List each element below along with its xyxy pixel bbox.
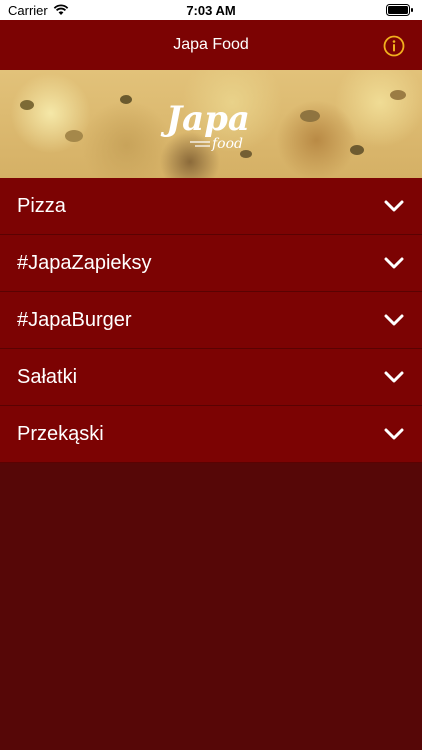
header-banner-image: Japa food [0, 70, 422, 178]
category-label: Pizza [17, 195, 66, 217]
category-item-salatki[interactable]: Sałatki [0, 349, 422, 406]
category-label: Przekąski [17, 423, 104, 445]
category-item-japaburger[interactable]: #JapaBurger [0, 292, 422, 349]
category-list: Pizza #JapaZapieksy #JapaBurger Sałatki … [0, 178, 422, 463]
nav-title: Japa Food [173, 36, 249, 53]
battery-icon [386, 4, 414, 19]
category-label: Sałatki [17, 366, 78, 388]
chevron-down-icon [384, 256, 404, 270]
status-time: 7:03 AM [186, 3, 236, 18]
banner-speck [350, 145, 364, 155]
banner-speck [390, 90, 406, 100]
chevron-down-icon [384, 199, 404, 213]
category-item-japazapieksy[interactable]: #JapaZapieksy [0, 235, 422, 292]
japa-food-logo: Japa food [160, 90, 270, 160]
category-label: #JapaBurger [17, 309, 132, 331]
chevron-down-icon [384, 427, 404, 441]
svg-text:food: food [211, 136, 243, 152]
status-bar: Carrier 7:03 AM [0, 0, 422, 20]
category-label: #JapaZapieksy [17, 252, 152, 274]
chevron-down-icon [384, 370, 404, 384]
chevron-down-icon [384, 313, 404, 327]
banner-speck [300, 110, 320, 122]
navigation-bar: Japa Food [0, 20, 422, 70]
category-item-przekaski[interactable]: Przekąski [0, 406, 422, 463]
banner-speck [65, 130, 83, 142]
banner-speck [20, 100, 34, 110]
info-icon[interactable] [383, 35, 405, 57]
svg-text:Japa: Japa [160, 99, 250, 139]
banner-speck [120, 95, 132, 104]
category-item-pizza[interactable]: Pizza [0, 178, 422, 235]
